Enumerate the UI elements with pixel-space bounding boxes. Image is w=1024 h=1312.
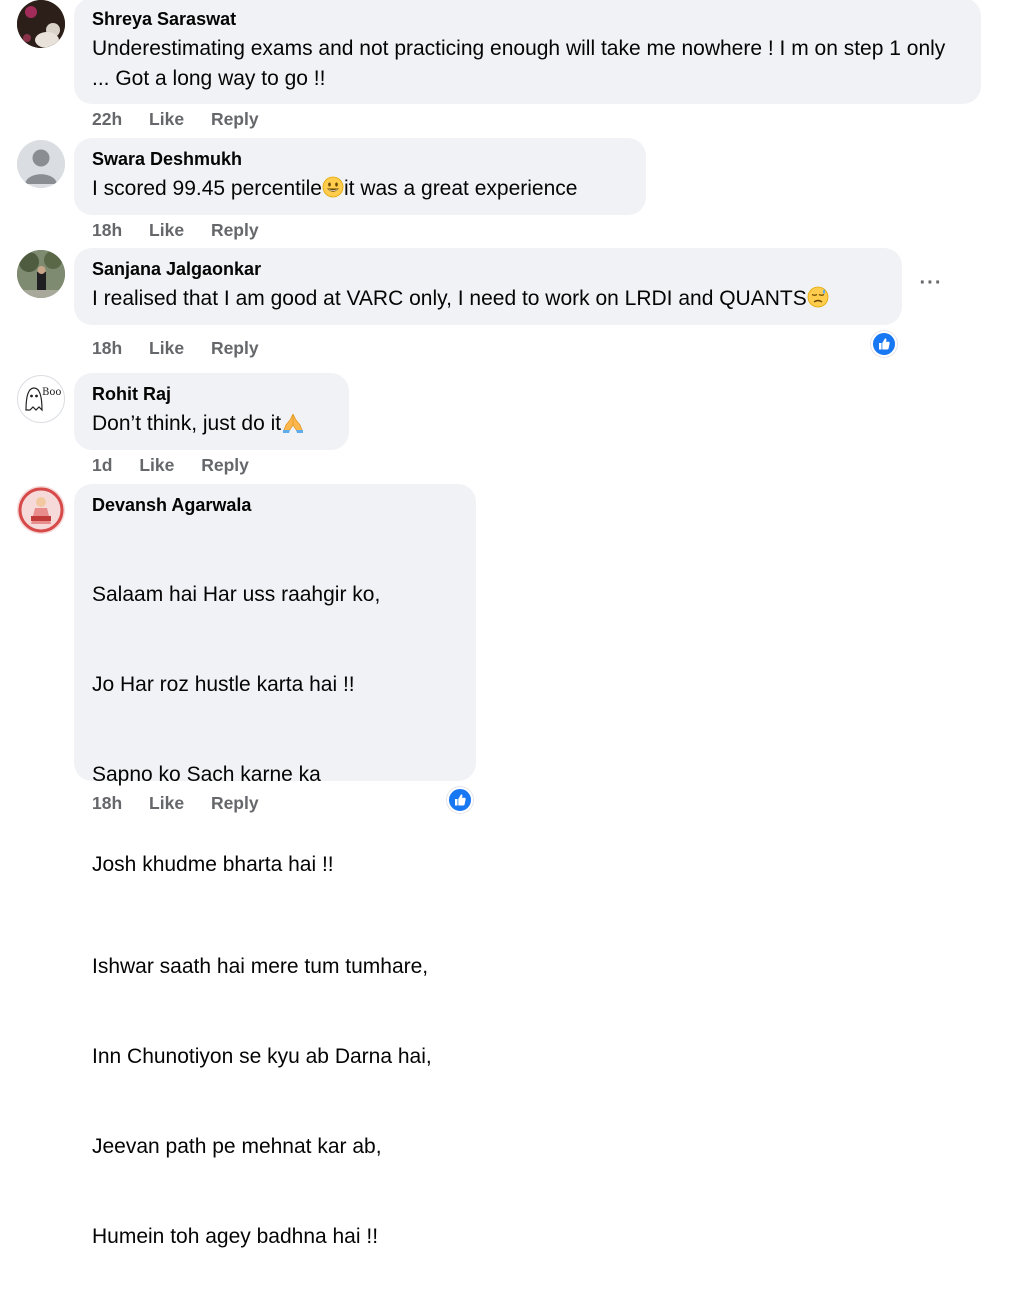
grinning-face-emoji bbox=[322, 176, 344, 207]
thumbs-up-icon bbox=[879, 338, 890, 350]
comment-line: Sapno ko Sach karne ka bbox=[92, 763, 321, 786]
like-link[interactable]: Like bbox=[149, 219, 184, 241]
comment-timestamp[interactable]: 18h bbox=[92, 337, 122, 359]
comment-timestamp[interactable]: 18h bbox=[92, 219, 122, 241]
ghost-avatar-icon bbox=[25, 387, 43, 412]
comment-text: Salaam hai Har uss raahgir ko, Jo Har ro… bbox=[92, 520, 458, 1312]
comment-timestamp[interactable]: 18h bbox=[92, 792, 122, 814]
reply-link[interactable]: Reply bbox=[211, 219, 259, 241]
folded-hands-emoji bbox=[281, 411, 305, 442]
comment-text: I scored 99.45 percentile it was a great … bbox=[92, 174, 628, 207]
comment-timestamp[interactable]: 1d bbox=[92, 454, 112, 476]
comment-timestamp[interactable]: 22h bbox=[92, 108, 122, 130]
comment-line: Jo Har roz hustle karta hai !! bbox=[92, 673, 355, 696]
like-link[interactable]: Like bbox=[149, 792, 184, 814]
avatar-label: Boo bbox=[42, 387, 62, 398]
avatar[interactable] bbox=[17, 250, 65, 298]
comment-bubble: Rohit Raj Don’t think, just do it bbox=[74, 373, 349, 450]
avatar-photo bbox=[17, 250, 65, 298]
comment-text: I realised that I am good at VARC only, … bbox=[92, 284, 884, 317]
default-avatar-icon bbox=[17, 140, 65, 188]
comment-author[interactable]: Rohit Raj bbox=[92, 383, 331, 405]
comment-line: Josh khudme bharta hai !! bbox=[92, 853, 334, 876]
comment-author[interactable]: Shreya Saraswat bbox=[92, 8, 963, 30]
like-link[interactable]: Like bbox=[149, 337, 184, 359]
comment-text-part: it was a great experience bbox=[343, 177, 578, 200]
avatar[interactable] bbox=[17, 0, 65, 48]
comment-author[interactable]: Devansh Agarwala bbox=[92, 494, 458, 516]
reply-link[interactable]: Reply bbox=[211, 337, 259, 359]
like-link[interactable]: Like bbox=[149, 108, 184, 130]
reply-link[interactable]: Reply bbox=[211, 108, 259, 130]
downcast-sweat-emoji bbox=[807, 286, 829, 317]
comment-text-part: I realised that I am good at VARC only, … bbox=[92, 287, 807, 310]
avatar-illustration bbox=[17, 486, 65, 534]
comment-actions: 18h Like Reply bbox=[92, 792, 259, 814]
comment-line: Jeevan path pe mehnat kar ab, bbox=[92, 1135, 382, 1158]
more-options-glyph: ··· bbox=[919, 272, 943, 294]
avatar[interactable] bbox=[17, 486, 65, 534]
comment-text: Underestimating exams and not practicing… bbox=[92, 37, 952, 90]
more-options-icon[interactable]: ··· bbox=[918, 273, 944, 296]
reply-link[interactable]: Reply bbox=[211, 792, 259, 814]
comment-bubble: Shreya Saraswat Underestimating exams an… bbox=[74, 0, 981, 104]
comment-actions: 1d Like Reply bbox=[92, 454, 249, 476]
comment-line: Salaam hai Har uss raahgir ko, bbox=[92, 583, 381, 606]
comment-line: Ishwar saath hai mere tum tumhare, bbox=[92, 955, 429, 978]
comment-text-part: Don’t think, just do it bbox=[92, 412, 282, 435]
like-reaction-icon[interactable] bbox=[871, 331, 897, 357]
comment-line: Humein toh agey badhna hai !! bbox=[92, 1225, 379, 1248]
avatar-photo bbox=[17, 0, 65, 48]
comment-actions: 18h Like Reply bbox=[92, 219, 259, 241]
like-link[interactable]: Like bbox=[139, 454, 174, 476]
comment-bubble: Devansh Agarwala Salaam hai Har uss raah… bbox=[74, 484, 476, 1248]
comment-text: Don’t think, just do it bbox=[92, 409, 331, 442]
thumbs-up-icon bbox=[455, 794, 466, 806]
comment-author[interactable]: Swara Deshmukh bbox=[92, 148, 628, 170]
comment-actions: 22h Like Reply bbox=[92, 108, 259, 130]
avatar[interactable] bbox=[17, 140, 65, 188]
comment-actions: 18h Like Reply bbox=[92, 337, 259, 359]
comment-bubble: Sanjana Jalgaonkar I realised that I am … bbox=[74, 248, 902, 325]
avatar[interactable]: Boo bbox=[17, 375, 65, 423]
comment-line: Inn Chunotiyon se kyu ab Darna hai, bbox=[92, 1045, 432, 1068]
comment-author[interactable]: Sanjana Jalgaonkar bbox=[92, 258, 884, 280]
comment-bubble: Swara Deshmukh I scored 99.45 percentile… bbox=[74, 138, 646, 215]
like-reaction-icon[interactable] bbox=[447, 787, 473, 813]
comment-text-part: I scored 99.45 percentile bbox=[92, 177, 322, 200]
reply-link[interactable]: Reply bbox=[201, 454, 249, 476]
